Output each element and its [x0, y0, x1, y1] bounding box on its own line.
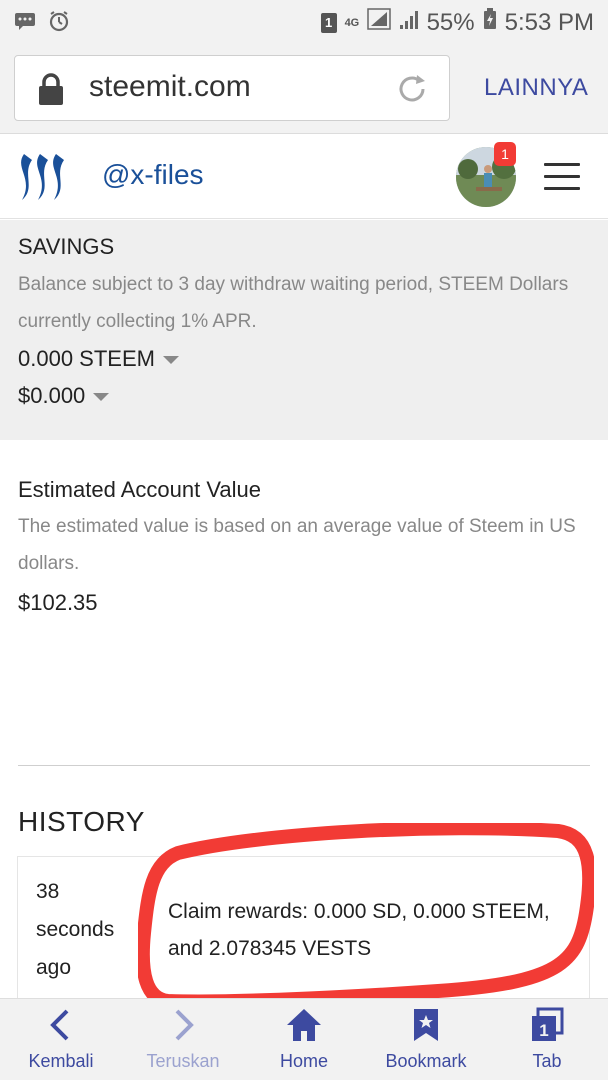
savings-title: SAVINGS — [18, 234, 115, 259]
tabs-button[interactable]: 1 Tab — [487, 999, 607, 1080]
more-menu-button[interactable]: LAINNYA — [484, 74, 588, 102]
status-bar: 1 4G 55% 5:53 PM — [0, 0, 608, 42]
bookmark-button[interactable]: Bookmark — [366, 999, 486, 1080]
sim-icon: 1 — [320, 12, 337, 33]
forward-button[interactable]: Teruskan — [123, 999, 243, 1080]
bookmark-label: Bookmark — [385, 1051, 467, 1071]
tabs-label: Tab — [532, 1051, 562, 1071]
history-timestamp: 38 seconds ago — [36, 880, 115, 979]
savings-steem-dropdown[interactable]: 0.000 STEEM — [18, 346, 179, 372]
clock: 5:53 PM — [504, 8, 594, 36]
red-annotation-circle — [138, 823, 594, 1009]
chevron-left-icon — [1, 1007, 121, 1043]
lock-icon — [37, 72, 65, 111]
home-icon — [244, 1007, 364, 1043]
back-label: Kembali — [28, 1051, 94, 1071]
savings-description: Balance subject to 3 day withdraw waitin… — [18, 274, 569, 332]
messenger-icon — [14, 11, 36, 36]
browser-bottom-nav: Kembali Teruskan Home Bookmark 1 Tab — [0, 998, 608, 1080]
estimated-value-description: The estimated value is based on an avera… — [18, 516, 576, 574]
steemit-logo-icon[interactable] — [16, 148, 74, 211]
notification-badge: 1 — [494, 142, 516, 166]
home-button[interactable]: Home — [244, 999, 364, 1080]
caret-down-icon — [162, 356, 179, 365]
caret-down-icon — [93, 393, 110, 402]
estimated-value-title: Estimated Account Value — [18, 477, 261, 502]
bookmark-icon — [366, 1007, 486, 1043]
signal-icon — [366, 8, 391, 37]
savings-sbd-amount: $0.000 — [18, 383, 86, 408]
savings-section: SAVINGS Balance subject to 3 day withdra… — [0, 220, 608, 440]
battery-percent: 55% — [426, 8, 475, 36]
signal-bars-icon — [399, 9, 419, 37]
network-type-icon: 4G — [344, 16, 360, 29]
history-title: HISTORY — [18, 806, 145, 837]
chevron-right-icon — [123, 1007, 243, 1043]
browser-toolbar: steemit.com LAINNYA — [0, 42, 608, 134]
svg-text:1: 1 — [539, 1021, 548, 1040]
reload-icon[interactable] — [393, 70, 431, 113]
alarm-icon — [48, 10, 70, 37]
url-text[interactable]: steemit.com — [89, 70, 251, 104]
url-bar[interactable]: steemit.com — [14, 55, 450, 121]
forward-label: Teruskan — [146, 1051, 220, 1071]
section-divider — [18, 765, 590, 766]
hamburger-menu-icon[interactable] — [544, 163, 580, 191]
estimated-value-amount: $102.35 — [18, 590, 98, 615]
savings-steem-amount: 0.000 STEEM — [18, 346, 155, 371]
home-label: Home — [279, 1051, 328, 1071]
battery-charging-icon — [483, 8, 497, 37]
savings-sbd-dropdown[interactable]: $0.000 — [18, 383, 110, 409]
account-username[interactable]: @x-files — [102, 159, 204, 191]
site-header: @x-files — [0, 135, 608, 219]
back-button[interactable]: Kembali — [1, 999, 121, 1080]
tabs-icon: 1 — [487, 1007, 607, 1043]
